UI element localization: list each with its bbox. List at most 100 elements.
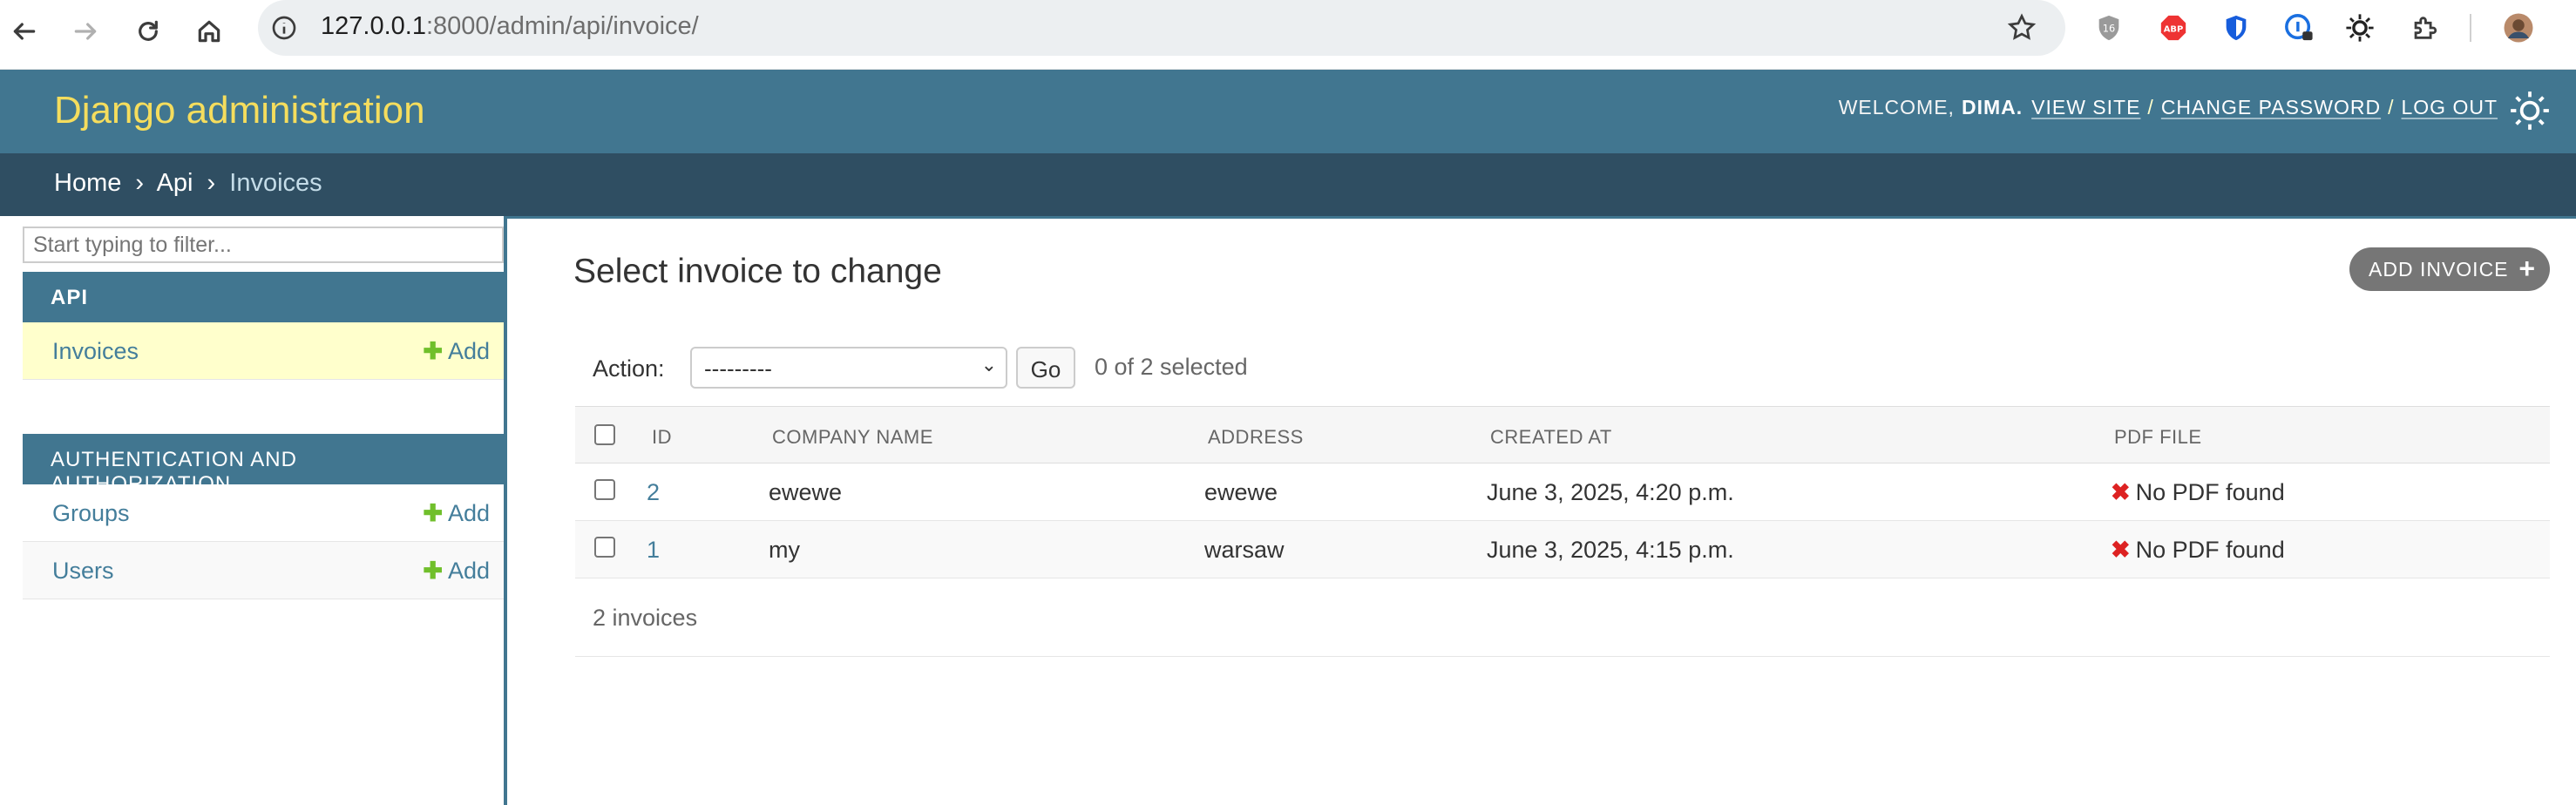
content-top-border bbox=[504, 216, 2576, 219]
breadcrumb-home[interactable]: Home bbox=[54, 169, 121, 197]
pdf-status-text: No PDF found bbox=[2135, 537, 2285, 563]
home-button[interactable] bbox=[190, 12, 228, 51]
add-invoice-label: ADD INVOICE bbox=[2369, 258, 2509, 281]
nav-sidebar: API Invoices ✚Add AUTHENTICATION AND AUT… bbox=[23, 216, 504, 805]
reload-button[interactable] bbox=[129, 12, 167, 51]
pdf-file-cell: ✖ No PDF found bbox=[2111, 479, 2285, 506]
row-checkbox[interactable] bbox=[594, 479, 615, 500]
action-select-value: --------- bbox=[704, 355, 772, 382]
add-invoice-link[interactable]: ✚ Add bbox=[423, 338, 490, 365]
address-bar[interactable]: 127.0.0.1:8000/admin/api/invoice/ bbox=[258, 0, 2065, 56]
app-module-api: API Invoices ✚ Add bbox=[23, 272, 504, 380]
1password-icon[interactable] bbox=[2283, 12, 2315, 44]
theme-toggle-sun-icon[interactable] bbox=[2508, 89, 2552, 132]
site-info-icon[interactable] bbox=[270, 14, 298, 42]
url-host: 127.0.0.1 bbox=[321, 12, 426, 40]
action-label: Action: bbox=[593, 355, 665, 382]
username: DIMA. bbox=[1961, 96, 2024, 118]
column-header-created-at[interactable]: CREATED AT bbox=[1490, 426, 1612, 449]
forward-button[interactable] bbox=[66, 12, 105, 51]
plus-icon: + bbox=[2518, 253, 2536, 284]
breadcrumb-separator: › bbox=[135, 169, 145, 197]
log-out-link[interactable]: LOG OUT bbox=[2401, 96, 2498, 119]
brave-shield-icon[interactable]: 16 bbox=[2093, 12, 2125, 44]
chevron-down-icon: ⌄ bbox=[980, 354, 997, 375]
pdf-status-text: No PDF found bbox=[2135, 479, 2285, 505]
pdf-file-cell: ✖ No PDF found bbox=[2111, 537, 2285, 564]
puzzle-icon[interactable] bbox=[2409, 12, 2440, 44]
toolbar-divider bbox=[2470, 14, 2471, 42]
svg-text:ABP: ABP bbox=[2164, 24, 2183, 34]
table-row: 2 ewewe ewewe June 3, 2025, 4:20 p.m. ✖ N… bbox=[575, 463, 2550, 521]
add-group-link[interactable]: ✚ Add bbox=[423, 500, 490, 527]
arrow-right-icon bbox=[74, 23, 97, 40]
table-row: 1 my warsaw June 3, 2025, 4:15 p.m. ✖ No … bbox=[575, 521, 2550, 578]
plus-icon: ✚ bbox=[423, 558, 443, 584]
adblock-icon[interactable]: ABP bbox=[2158, 12, 2189, 44]
browser-toolbar: 127.0.0.1:8000/admin/api/invoice/ 16 ABP bbox=[0, 0, 2576, 70]
add-invoice-button[interactable]: ADD INVOICE + bbox=[2349, 247, 2550, 291]
address-cell: ewewe bbox=[1204, 479, 1278, 505]
profile-avatar[interactable] bbox=[2503, 12, 2534, 44]
app-module-auth: AUTHENTICATION AND AUTHORIZATION Groups … bbox=[23, 434, 504, 599]
app-caption-api[interactable]: API bbox=[23, 272, 504, 322]
sidebar-item-label[interactable]: Users bbox=[52, 558, 114, 585]
separator: / bbox=[2147, 96, 2154, 118]
plus-icon: ✚ bbox=[423, 338, 443, 364]
selection-counter: 0 of 2 selected bbox=[1095, 354, 1248, 380]
change-password-link[interactable]: CHANGE PASSWORD bbox=[2161, 96, 2381, 119]
result-list: ID COMPANY NAME ADDRESS CREATED AT PDF F… bbox=[575, 406, 2550, 578]
add-label: Add bbox=[447, 500, 490, 526]
plus-icon: ✚ bbox=[423, 500, 443, 526]
url-text[interactable]: 127.0.0.1:8000/admin/api/invoice/ bbox=[321, 12, 699, 41]
action-select[interactable]: --------- ⌄ bbox=[690, 347, 1007, 389]
separator: / bbox=[2388, 96, 2395, 118]
add-user-link[interactable]: ✚ Add bbox=[423, 558, 490, 585]
sidebar-filter-input[interactable] bbox=[23, 227, 504, 263]
sidebar-item-label[interactable]: Invoices bbox=[52, 338, 139, 365]
page-title: Select invoice to change bbox=[573, 253, 942, 290]
bitwarden-icon[interactable] bbox=[2220, 12, 2252, 44]
site-brand[interactable]: Django administration bbox=[54, 89, 425, 132]
close-icon: ✖ bbox=[2111, 479, 2131, 505]
created-at-cell: June 3, 2025, 4:15 p.m. bbox=[1487, 537, 1734, 563]
user-tools: WELCOME, DIMA. VIEW SITE / CHANGE PASSWO… bbox=[1839, 96, 2498, 119]
app-caption-auth[interactable]: AUTHENTICATION AND AUTHORIZATION bbox=[23, 434, 504, 496]
close-icon: ✖ bbox=[2111, 537, 2131, 563]
column-header-address[interactable]: ADDRESS bbox=[1208, 426, 1304, 449]
breadcrumb: Home › Api › Invoices bbox=[0, 153, 2576, 216]
welcome-text: WELCOME, bbox=[1838, 96, 1955, 118]
go-button[interactable]: Go bbox=[1016, 347, 1075, 389]
column-header-id[interactable]: ID bbox=[652, 426, 672, 449]
breadcrumb-separator: › bbox=[207, 169, 216, 197]
select-all-checkbox[interactable] bbox=[594, 424, 615, 445]
paginator: 2 invoices bbox=[575, 580, 2550, 657]
row-checkbox[interactable] bbox=[594, 537, 615, 558]
created-at-cell: June 3, 2025, 4:20 p.m. bbox=[1487, 479, 1734, 505]
company-name-cell: ewewe bbox=[769, 479, 843, 505]
company-name-cell: my bbox=[769, 537, 800, 563]
url-path: :8000/admin/api/invoice/ bbox=[425, 12, 699, 40]
sidebar-item-label[interactable]: Groups bbox=[52, 500, 130, 527]
back-button[interactable] bbox=[5, 12, 44, 51]
svg-text:16: 16 bbox=[2103, 22, 2115, 34]
arrow-left-icon bbox=[13, 23, 36, 40]
column-header-pdf-file[interactable]: PDF FILE bbox=[2114, 426, 2202, 449]
bookmark-star-icon[interactable] bbox=[2006, 12, 2037, 44]
admin-header: Django administration WELCOME, DIMA. VIE… bbox=[0, 70, 2576, 153]
column-header-company-name[interactable]: COMPANY NAME bbox=[772, 426, 933, 449]
sidebar-item-users[interactable]: Users ✚ Add bbox=[23, 542, 504, 599]
breadcrumb-app[interactable]: Api bbox=[157, 169, 193, 197]
home-icon bbox=[198, 20, 220, 43]
sidebar-item-groups[interactable]: Groups ✚ Add bbox=[23, 484, 504, 542]
breadcrumb-current: Invoices bbox=[229, 169, 322, 197]
sun-ext-icon[interactable] bbox=[2344, 12, 2376, 44]
invoice-id-link[interactable]: 2 bbox=[647, 479, 660, 506]
sidebar-divider bbox=[504, 216, 507, 805]
add-label: Add bbox=[447, 558, 490, 584]
view-site-link[interactable]: VIEW SITE bbox=[2031, 96, 2140, 119]
sidebar-item-invoices[interactable]: Invoices ✚ Add bbox=[23, 322, 504, 380]
address-cell: warsaw bbox=[1204, 537, 1285, 563]
reload-icon bbox=[139, 20, 158, 41]
invoice-id-link[interactable]: 1 bbox=[647, 537, 660, 564]
